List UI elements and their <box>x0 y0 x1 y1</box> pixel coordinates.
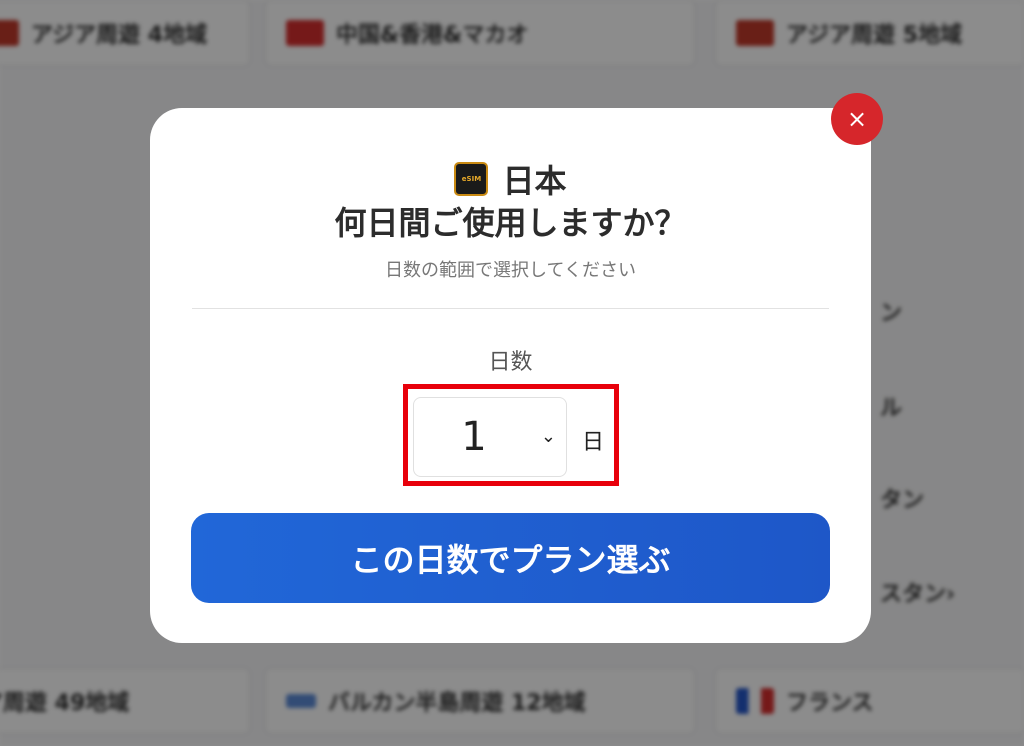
esim-icon-text: eSIM <box>461 175 482 183</box>
modal-question: 何日間ご使用しますか？ <box>334 204 687 242</box>
day-unit-label: 日 <box>582 430 605 455</box>
chevron-down-icon: ⌄ <box>540 426 556 447</box>
modal-subtitle: 日数の範囲で選択してください <box>385 260 636 281</box>
esim-icon: eSIM <box>454 162 489 196</box>
modal-title-row: eSIM 日本 <box>150 156 871 202</box>
days-selection-modal: eSIM 日本 何日間ご使用しますか？ 日数の範囲で選択してください 日数 1 … <box>150 108 871 643</box>
divider <box>192 308 829 309</box>
days-select[interactable]: 1 ⌄ <box>413 397 567 477</box>
choose-plan-button[interactable]: この日数でプラン選ぶ <box>191 513 830 603</box>
country-name: 日本 <box>502 162 567 200</box>
days-label: 日数 <box>488 350 533 375</box>
close-icon[interactable]: × <box>831 93 883 145</box>
days-select-value: 1 <box>461 414 487 460</box>
